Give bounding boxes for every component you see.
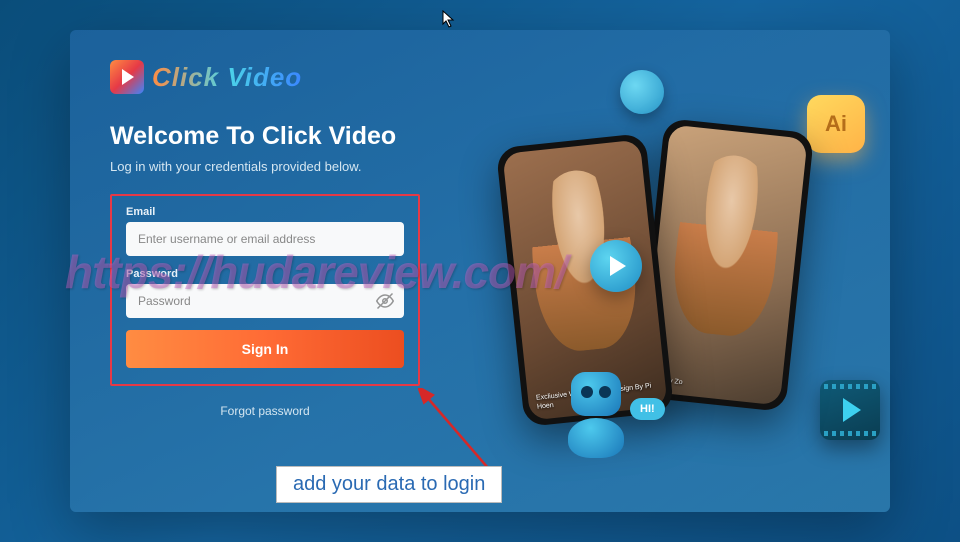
film-play-icon [820,380,880,440]
logo-text: Click Video [152,62,302,93]
robot-icon [560,372,632,460]
password-label: Password [126,268,404,280]
email-field[interactable] [126,222,404,256]
speaker-icon [620,70,664,114]
logo: Click Video [110,60,850,94]
cursor-icon [442,10,456,28]
eye-off-icon[interactable] [376,292,394,310]
signin-button[interactable]: Sign In [126,330,404,368]
hero-illustration: Ai Ttfit by Zo Excliusive Women Dres Des… [480,90,860,450]
hi-bubble: HI! [630,398,665,420]
password-field[interactable] [126,284,404,318]
play-circle-icon [590,240,642,292]
person-illustration [668,150,786,339]
forgot-password-link[interactable]: Forgot password [110,404,420,418]
annotation-arrow-icon [418,388,498,468]
annotation-callout: add your data to login [276,466,502,503]
email-label: Email [126,206,404,218]
ai-badge-icon: Ai [807,95,865,153]
login-form: Email Password Sign In [110,194,420,386]
play-logo-icon [110,60,144,94]
